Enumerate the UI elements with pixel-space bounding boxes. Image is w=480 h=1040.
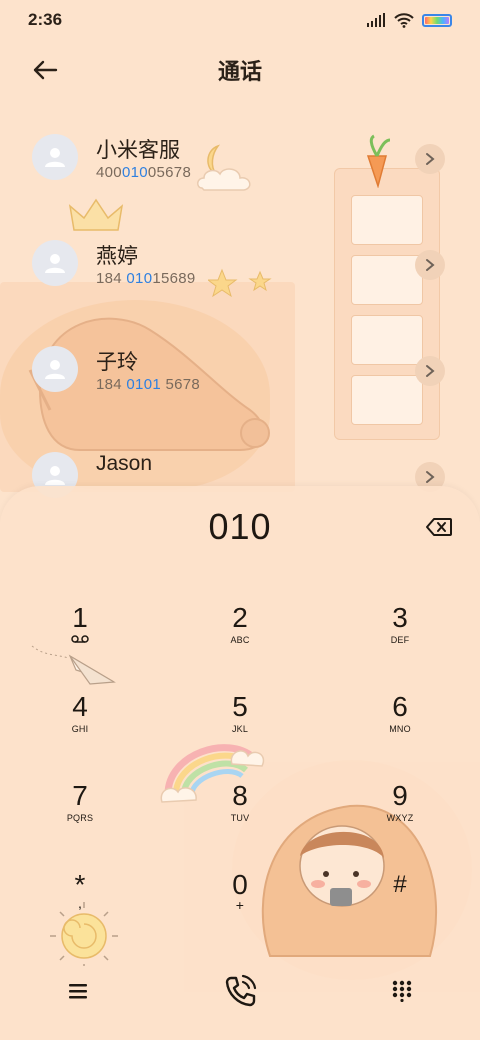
contact-name: 小米客服 <box>96 139 180 162</box>
dialpad-toggle-button[interactable] <box>377 966 427 1016</box>
status-time: 2:36 <box>28 10 63 29</box>
back-button[interactable] <box>30 56 60 84</box>
key-letters: MNO <box>389 724 411 734</box>
key-letters: , <box>77 895 83 911</box>
person-icon <box>45 148 65 167</box>
key-digit: 7 <box>72 780 88 811</box>
status-bar: 2:36 <box>0 0 480 40</box>
contact-number: 184 0101 5678 <box>96 376 201 393</box>
dialpad-icon <box>392 980 412 1002</box>
contact-detail-button[interactable] <box>415 356 445 386</box>
chevron-right-icon <box>426 259 435 271</box>
contact-number: 40001005678 <box>96 164 192 181</box>
key-letters: DEF <box>390 635 410 645</box>
dialpad-panel: 010 1 2 ABC 3 DEF 4 GHI 5 JKL 6 MNO 7 PQ… <box>0 486 480 1040</box>
key-letters: WXYZ <box>386 813 414 823</box>
contact-item[interactable]: 燕婷 184 01015689 <box>0 224 480 314</box>
contact-detail-button[interactable] <box>415 250 445 280</box>
contact-name: 燕婷 <box>96 245 138 268</box>
key-letters: PQRS <box>66 813 94 823</box>
contact-name: 子玲 <box>96 351 138 374</box>
call-button[interactable] <box>215 966 265 1016</box>
key-3[interactable]: 3 DEF <box>340 602 460 678</box>
chevron-right-icon <box>426 365 435 377</box>
contact-detail-button[interactable] <box>415 144 445 174</box>
key-letters: ABC <box>230 635 250 645</box>
signal-icon <box>367 13 385 27</box>
key-7[interactable]: 7 PQRS <box>20 780 140 856</box>
key-digit: 4 <box>72 691 88 722</box>
key-digit: 8 <box>232 780 248 811</box>
key-digit: 3 <box>392 602 408 633</box>
person-icon <box>45 466 65 485</box>
key-digit: 1 <box>72 602 88 633</box>
arrow-left-icon <box>33 60 58 80</box>
key-digit: # <box>393 871 407 898</box>
status-icons <box>366 12 452 28</box>
contact-name: Jason <box>96 452 153 475</box>
key-1[interactable]: 1 <box>20 602 140 678</box>
key-letters: GHI <box>71 724 89 734</box>
key-0[interactable]: 0 + <box>180 869 300 945</box>
key-4[interactable]: 4 GHI <box>20 691 140 767</box>
wifi-icon <box>394 12 414 28</box>
person-icon <box>45 360 65 379</box>
chevron-right-icon <box>426 153 435 165</box>
key-6[interactable]: 6 MNO <box>340 691 460 767</box>
backspace-button[interactable] <box>424 516 454 538</box>
dialed-number-display: 010 <box>208 506 272 547</box>
contact-number: 184 01015689 <box>96 270 196 287</box>
key-9[interactable]: 9 WXYZ <box>340 780 460 856</box>
chevron-right-icon <box>426 471 435 483</box>
battery-icon <box>422 13 452 27</box>
contact-item[interactable]: 小米客服 40001005678 <box>0 118 480 208</box>
key-digit: 6 <box>392 691 408 722</box>
key-digit: 5 <box>232 691 248 722</box>
key-digit: 9 <box>392 780 408 811</box>
voicemail-icon <box>71 635 89 643</box>
key-letters: TUV <box>230 813 250 823</box>
header: 通话 <box>0 46 480 94</box>
person-icon <box>45 254 65 273</box>
avatar <box>32 346 78 392</box>
page-title: 通话 <box>217 59 262 84</box>
key-star[interactable]: * , <box>20 869 140 945</box>
key-letters: JKL <box>231 724 249 734</box>
contact-item[interactable]: 子玲 184 0101 5678 <box>0 330 480 420</box>
bottom-action-bar <box>0 966 480 1016</box>
key-letters: + <box>235 897 245 913</box>
key-hash[interactable]: # <box>340 869 460 945</box>
avatar <box>32 240 78 286</box>
menu-icon <box>69 984 87 999</box>
key-2[interactable]: 2 ABC <box>180 602 300 678</box>
menu-button[interactable] <box>53 966 103 1016</box>
backspace-icon <box>426 518 452 536</box>
key-5[interactable]: 5 JKL <box>180 691 300 767</box>
avatar <box>32 134 78 180</box>
key-digit: 2 <box>232 602 248 633</box>
call-icon <box>225 974 257 1007</box>
key-8[interactable]: 8 TUV <box>180 780 300 856</box>
